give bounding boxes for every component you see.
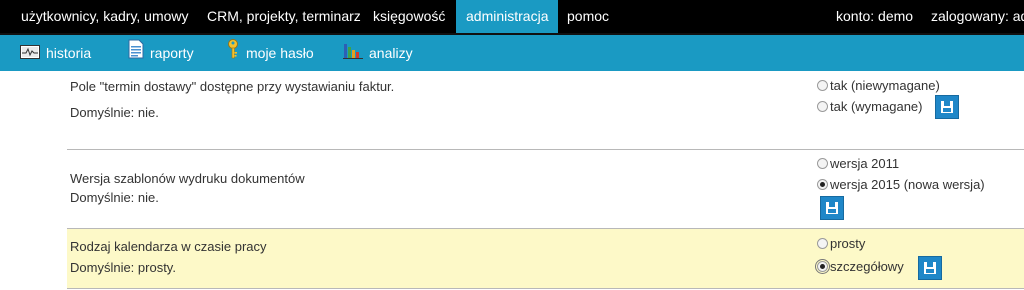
option-label: szczegółowy [830,259,904,274]
logged-user-label[interactable]: zalogowany: ad [931,0,1024,33]
option-label: prosty [830,236,866,251]
setting-row-print-templates: Wersja szablonów wydruku dokumentów Domy… [67,150,1024,229]
radio-button[interactable] [817,238,828,249]
setting-row-calendar-type: Rodzaj kalendarza w czasie pracy Domyśln… [67,229,1024,289]
top-navigation: użytkownicy, kadry, umowy CRM, projekty,… [0,0,1024,35]
save-button[interactable] [935,95,959,119]
subnav-reports-label: raporty [150,45,194,61]
setting-default: Domyślnie: prosty. [70,260,176,275]
nav-help[interactable]: pomoc [567,0,609,33]
option-label: wersja 2015 (nowa wersja) [830,177,985,192]
setting-title: Rodzaj kalendarza w czasie pracy [70,239,267,254]
nav-crm[interactable]: CRM, projekty, terminarz [207,0,361,33]
setting-title: Wersja szablonów wydruku dokumentów [70,171,305,186]
subnav-password-label: moje hasło [246,45,314,61]
option-required[interactable]: tak (wymagane) [817,98,922,115]
option-detailed[interactable]: szczegółowy [815,258,904,275]
option-not-required[interactable]: tak (niewymagane) [817,77,940,94]
radio-button[interactable] [817,158,828,169]
radio-button[interactable] [817,80,828,91]
option-label: wersja 2011 [830,156,900,171]
option-simple[interactable]: prosty [817,235,865,252]
subnav-history[interactable]: historia [20,35,91,71]
document-icon [128,36,144,72]
radio-button[interactable] [817,101,828,112]
sub-navigation: historia raporty moje hasło analizy [0,35,1024,71]
bar-chart-icon [343,36,363,72]
monitor-chart-icon [20,36,40,72]
account-label[interactable]: konto: demo [836,0,913,33]
nav-administration[interactable]: administracja [456,0,559,33]
subnav-password[interactable]: moje hasło [226,35,314,71]
option-version-2015[interactable]: wersja 2015 (nowa wersja) [817,176,985,193]
nav-users[interactable]: użytkownicy, kadry, umowy [21,0,189,33]
option-label: tak (niewymagane) [830,78,940,93]
subnav-history-label: historia [46,45,92,61]
save-button[interactable] [918,256,942,280]
floppy-disk-icon [926,269,934,273]
floppy-disk-icon [828,209,836,213]
subnav-reports[interactable]: raporty [128,35,194,71]
option-label: tak (wymagane) [830,99,923,114]
setting-row-delivery-date: Pole "termin dostawy" dostępne przy wyst… [67,71,1024,150]
setting-default: Domyślnie: nie. [70,190,159,205]
radio-button[interactable] [815,259,830,274]
option-version-2011[interactable]: wersja 2011 [817,155,899,172]
save-button[interactable] [820,196,844,220]
setting-title: Pole "termin dostawy" dostępne przy wyst… [70,79,395,94]
radio-button[interactable] [817,179,828,190]
key-icon [226,36,240,72]
settings-panel: Pole "termin dostawy" dostępne przy wyst… [0,71,1024,290]
subnav-analytics-label: analizy [369,45,413,61]
setting-default: Domyślnie: nie. [70,105,159,120]
nav-accounting[interactable]: księgowość [373,0,445,33]
subnav-analytics[interactable]: analizy [343,35,413,71]
floppy-disk-icon [943,108,951,112]
